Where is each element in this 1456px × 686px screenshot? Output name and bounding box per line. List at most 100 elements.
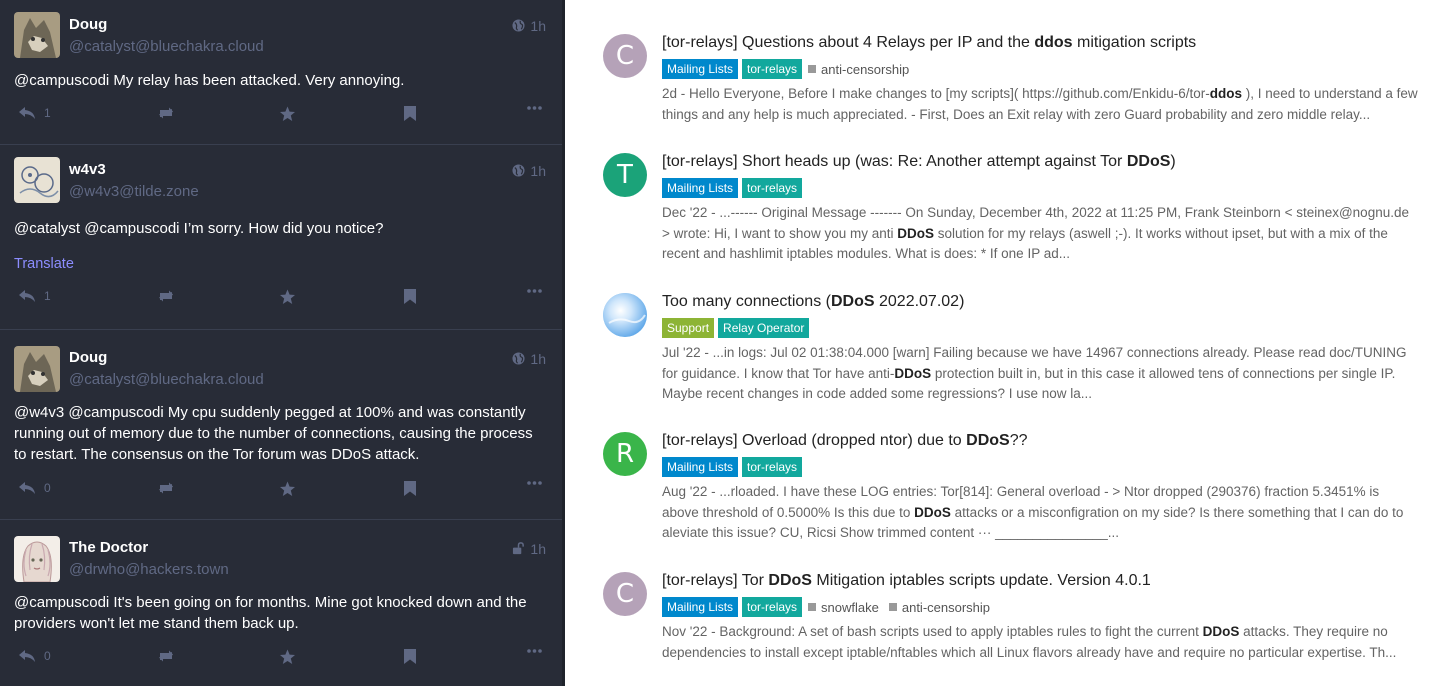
category-badge[interactable]: tor-relays [742,178,803,198]
status-post[interactable]: Doug @catalyst@bluechakra.cloud 1h @camp… [0,0,562,145]
excerpt-highlight: DDoS [897,225,934,241]
status-content: @campuscodi It's been going on for month… [14,594,527,632]
bookmark-icon [404,649,416,664]
bookmark-button[interactable] [404,106,416,121]
author-avatar[interactable]: R [603,432,647,476]
display-name[interactable]: The Doctor [69,539,148,556]
timestamp[interactable]: 1h [512,163,546,180]
more-button[interactable] [527,649,542,653]
more-button[interactable] [527,481,542,485]
category-badges: Mailing Lists tor-relays [662,456,806,478]
avatar[interactable] [14,157,60,203]
status-content: @catalyst @campuscodi I’m sorry. How did… [14,220,384,237]
title-text: ) [1170,153,1176,170]
account-handle[interactable]: @drwho@hackers.town [69,561,229,578]
account-handle[interactable]: @catalyst@bluechakra.cloud [69,38,264,55]
bookmark-button[interactable] [404,289,416,304]
translate-link[interactable]: Translate [14,256,74,272]
status-content: @campuscodi My relay has been attacked. … [14,72,405,89]
topic-title-link[interactable]: Too many connections (DDoS 2022.07.02) [662,293,964,311]
globe-icon [512,352,525,368]
boost-button[interactable] [156,481,176,495]
status-post[interactable]: Doug @catalyst@bluechakra.cloud 1h @w4v3… [0,330,562,520]
category-badge[interactable]: Mailing Lists [662,59,739,79]
bookmark-icon [404,481,416,496]
search-result: C [tor-relays] Tor DDoS Mitigation iptab… [603,572,1421,677]
status-post[interactable]: w4v3 @w4v3@tilde.zone 1h @catalyst @camp… [0,145,562,330]
avatar[interactable] [14,346,60,392]
category-badge[interactable]: Support [662,318,715,338]
category-badge[interactable]: Mailing Lists [662,597,739,617]
title-text: [tor-relays] Tor [662,572,769,589]
retweet-icon [156,106,176,120]
category-badges: Mailing Lists tor-relays [662,177,806,199]
topic-title-link[interactable]: [tor-relays] Questions about 4 Relays pe… [662,34,1196,52]
topic-tag[interactable]: anti-censorship [808,62,909,77]
category-badge[interactable]: tor-relays [742,457,803,477]
favourite-button[interactable] [279,106,296,122]
boost-button[interactable] [156,106,176,120]
tag-label: anti-censorship [901,599,991,615]
reply-count: 0 [44,481,51,495]
reply-button[interactable]: 1 [18,289,51,303]
topic-tag[interactable]: snowflake [808,600,879,615]
ellipsis-icon [527,481,542,485]
favourite-button[interactable] [279,289,296,305]
topic-tag[interactable]: anti-censorship [888,599,991,615]
result-excerpt: Aug '22 - ...rloaded. I have these LOG e… [662,482,1419,544]
topic-title-link[interactable]: [tor-relays] Short heads up (was: Re: An… [662,153,1176,171]
account-handle[interactable]: @catalyst@bluechakra.cloud [69,371,264,388]
account-handle[interactable]: @w4v3@tilde.zone [69,183,199,200]
bookmark-button[interactable] [404,481,416,496]
topic-title-link[interactable]: [tor-relays] Tor DDoS Mitigation iptable… [662,572,1151,590]
retweet-icon [156,649,176,663]
favourite-button[interactable] [279,481,296,497]
author-avatar[interactable]: C [603,572,647,616]
search-result: T [tor-relays] Short heads up (was: Re: … [603,153,1421,268]
reply-count: 0 [44,649,51,663]
reply-button[interactable]: 0 [18,481,51,495]
excerpt-highlight: DDoS [894,365,932,381]
category-badge[interactable]: Relay Operator [718,318,810,338]
status-post[interactable]: The Doctor @drwho@hackers.town 1h @campu… [0,520,562,686]
avatar[interactable] [14,536,60,582]
timestamp[interactable]: 1h [512,351,546,368]
category-badge[interactable]: Mailing Lists [662,457,739,477]
excerpt-highlight: DDoS [1202,624,1240,639]
unlock-icon [512,542,525,558]
excerpt-text: - Hello Everyone, Before I make changes … [677,86,1210,101]
search-results: C [tor-relays] Questions about 4 Relays … [565,0,1456,686]
excerpt-text: - Background: A set of bash scripts used… [707,624,1203,639]
result-date: Dec '22 [662,205,708,220]
category-badge[interactable]: Mailing Lists [662,178,739,198]
search-result: R [tor-relays] Overload (dropped ntor) d… [603,432,1421,547]
avatar[interactable] [14,12,60,58]
more-button[interactable] [527,106,542,110]
result-date: 2d [662,86,678,101]
timestamp[interactable]: 1h [512,541,546,558]
display-name[interactable]: w4v3 [69,161,106,178]
display-name[interactable]: Doug [69,349,107,366]
author-avatar[interactable] [603,293,647,337]
title-text: Too many connections ( [662,293,831,310]
boost-button[interactable] [156,649,176,663]
topic-title-link[interactable]: [tor-relays] Overload (dropped ntor) due… [662,432,1028,450]
author-avatar[interactable]: C [603,34,647,78]
status-actions: 1 [0,289,562,313]
status-actions: 1 [0,106,562,130]
display-name[interactable]: Doug [69,16,107,33]
bookmark-button[interactable] [404,649,416,664]
boost-button[interactable] [156,289,176,303]
category-badge[interactable]: tor-relays [742,59,803,79]
more-button[interactable] [527,289,542,293]
star-icon [279,481,296,497]
author-avatar[interactable]: T [603,153,647,197]
title-text: 2022.07.02) [874,293,965,310]
ellipsis-icon [527,289,542,293]
category-badge[interactable]: tor-relays [742,597,803,617]
excerpt-highlight: ddos [1209,86,1243,101]
favourite-button[interactable] [279,649,296,665]
timestamp[interactable]: 1h [512,18,546,35]
reply-button[interactable]: 1 [18,106,51,120]
reply-button[interactable]: 0 [18,649,51,663]
